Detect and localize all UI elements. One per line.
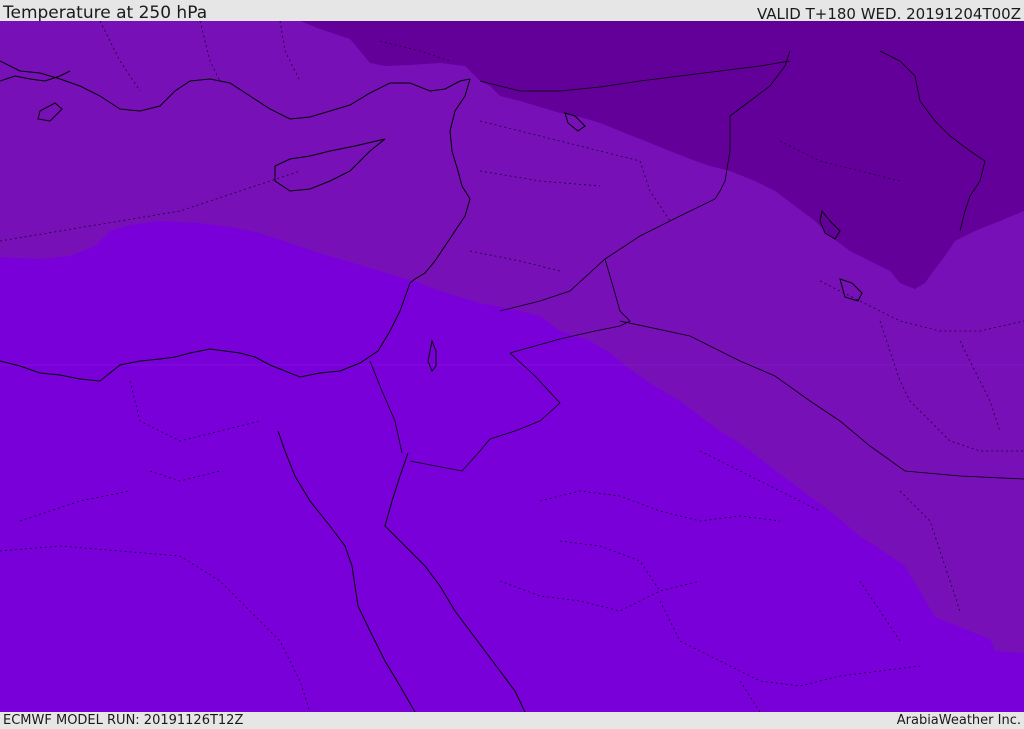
- credit-label: ArabiaWeather Inc.: [896, 713, 1021, 728]
- map-header: Temperature at 250 hPa VALID T+180 WED. …: [0, 0, 1024, 23]
- map-canvas: [0, 21, 1024, 712]
- map-title: Temperature at 250 hPa: [3, 3, 208, 23]
- model-run-label: ECMWF MODEL RUN: 20191126T12Z: [3, 713, 244, 728]
- weather-map-page: Temperature at 250 hPa VALID T+180 WED. …: [0, 0, 1024, 729]
- map-footer: ECMWF MODEL RUN: 20191126T12Z ArabiaWeat…: [0, 712, 1024, 729]
- temperature-map: [0, 21, 1024, 712]
